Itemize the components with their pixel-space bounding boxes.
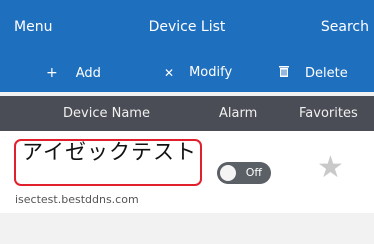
add-label: Add xyxy=(75,65,101,81)
column-alarm: Alarm xyxy=(219,106,258,121)
plus-icon: + xyxy=(46,65,58,81)
alarm-toggle-label: Off xyxy=(245,166,262,179)
column-device-name: Device Name xyxy=(63,106,150,121)
column-header: Device Name Alarm Favorites xyxy=(0,96,374,131)
delete-button[interactable]: Delete xyxy=(279,65,348,81)
empty-list-area xyxy=(0,213,374,244)
search-button[interactable]: Search xyxy=(321,19,369,35)
trash-icon xyxy=(279,65,289,81)
delete-label: Delete xyxy=(305,65,348,81)
star-icon[interactable]: ★ xyxy=(317,150,344,185)
cross-icon: ✕ xyxy=(164,65,175,80)
device-host: isectest.bestddns.com xyxy=(15,193,139,206)
add-button[interactable]: + Add xyxy=(46,65,101,81)
modify-button[interactable]: ✕ Modify xyxy=(164,65,232,80)
device-name: アイゼックテスト xyxy=(22,140,197,164)
page-title: Device List xyxy=(148,19,226,35)
toggle-knob xyxy=(220,165,236,181)
toolbar: + Add ✕ Modify Delete xyxy=(0,55,374,92)
column-favorites: Favorites xyxy=(299,106,358,121)
top-bar: Menu Device List Search xyxy=(0,0,374,55)
modify-label: Modify xyxy=(189,65,233,80)
alarm-toggle[interactable]: Off xyxy=(217,162,271,184)
